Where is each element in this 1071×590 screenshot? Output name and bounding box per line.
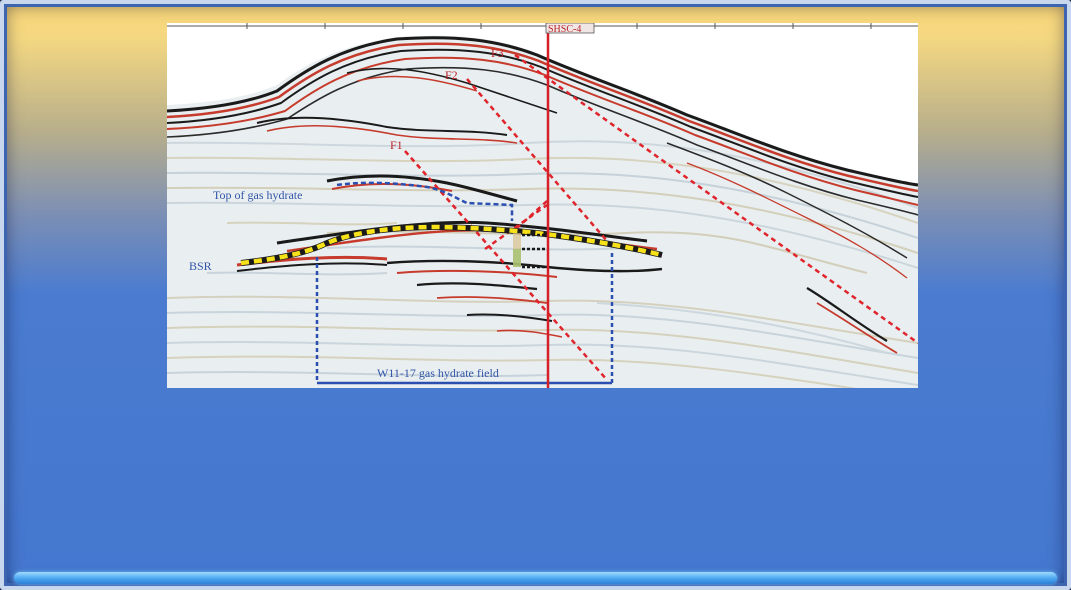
fault-f1-label: F1: [390, 138, 403, 152]
top-gas-hydrate-label: Top of gas hydrate: [213, 188, 302, 202]
bsr-label: BSR: [189, 259, 212, 273]
field-label: W11-17 gas hydrate field: [377, 366, 499, 380]
fault-f3-label: F3: [491, 46, 504, 60]
fault-f2-label: F2: [445, 68, 458, 82]
seismic-profile-image: SHSC-4 F1 F2 F3 Top of gas hydrate BSR W…: [167, 23, 918, 388]
slide-bottom-accent-bar: [14, 572, 1057, 584]
well-label: SHSC-4: [548, 24, 581, 35]
